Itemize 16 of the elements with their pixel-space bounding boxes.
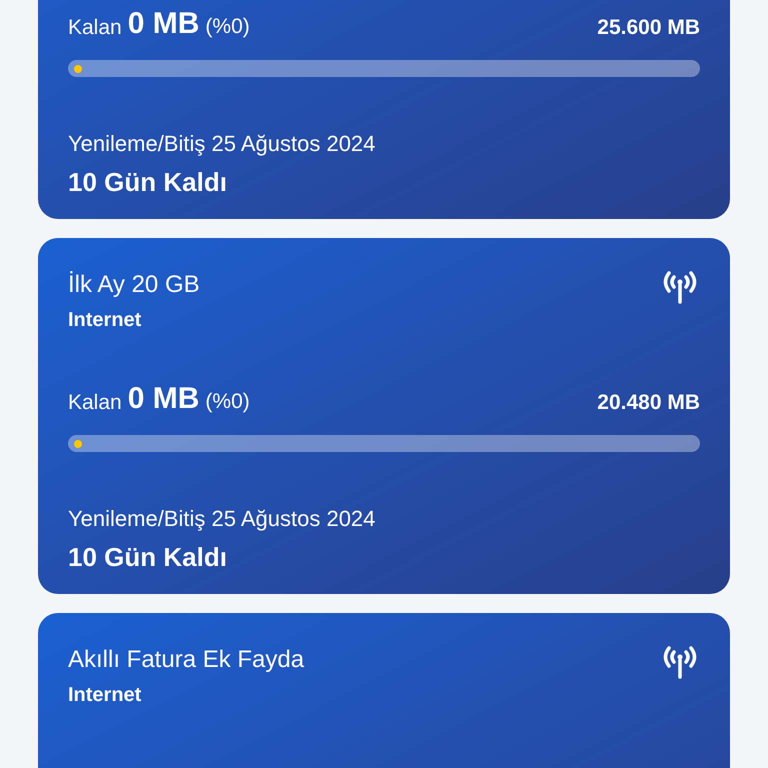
total-amount: 25.600 MB <box>597 15 700 41</box>
remaining-value: 0 MB <box>128 381 200 417</box>
remaining-percent: (%0) <box>205 14 250 40</box>
remaining-label: Kalan <box>68 390 122 416</box>
remaining-value: 0 MB <box>128 6 200 42</box>
package-title: Akıllı Fatura Ek Fayda <box>68 645 304 675</box>
total-amount: 20.480 MB <box>597 390 700 416</box>
days-left: 10 Gün Kaldı <box>68 166 227 199</box>
package-category: Internet <box>68 308 142 333</box>
remaining-label: Kalan <box>68 15 122 41</box>
renewal-date: Yenileme/Bitiş 25 Ağustos 2024 <box>68 505 376 533</box>
package-category: Internet <box>68 683 142 708</box>
package-title: İlk Ay 20 GB <box>68 270 200 300</box>
renewal-date: Yenileme/Bitiş 25 Ağustos 2024 <box>68 130 376 158</box>
remaining-percent: (%0) <box>205 389 250 415</box>
days-left: 10 Gün Kaldı <box>68 541 227 574</box>
